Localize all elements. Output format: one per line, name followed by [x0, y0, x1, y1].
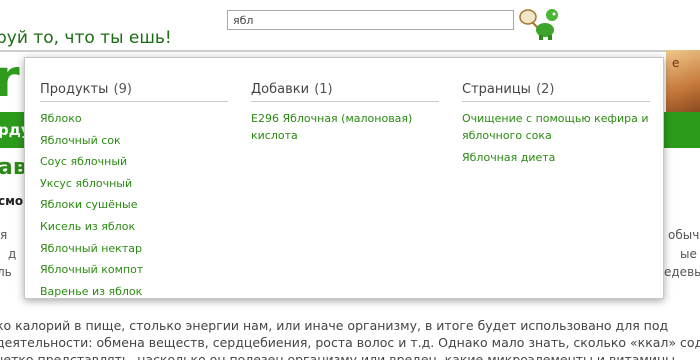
search-suggestions-dropdown: Продукты (9) Яблоко Яблочный сок Соус яб… — [24, 57, 664, 299]
additives-count: (1) — [314, 82, 333, 97]
site-slogan: руй то, что ты ешь! — [0, 28, 172, 48]
products-header: Продукты (9) — [40, 82, 228, 102]
suggestion-link[interactable]: Кисель из яблок — [40, 218, 228, 235]
suggestion-link[interactable]: Соус яблочный — [40, 153, 228, 170]
body-text-line: ко калорий в пище, столько энергии нам, … — [0, 318, 669, 333]
body-fragment: ль — [0, 265, 12, 279]
products-title: Продукты — [40, 82, 109, 97]
suggestions-pages: Страницы (2) Очищение с помощью кефира и… — [462, 82, 650, 170]
suggestion-link[interactable]: Варенье из яблок — [40, 283, 228, 300]
suggestion-link[interactable]: Яблочный нектар — [40, 240, 228, 257]
pages-count: (2) — [536, 82, 555, 97]
body-fragment: едевы — [664, 265, 700, 279]
body-text-line: деятельности: обмена веществ, сердцебиен… — [0, 335, 700, 350]
turtle-mascot-icon[interactable] — [518, 4, 562, 40]
search-input[interactable] — [227, 10, 514, 30]
products-count: (9) — [113, 82, 132, 97]
suggestion-link[interactable]: Яблочный сок — [40, 132, 228, 149]
pages-header: Страницы (2) — [462, 82, 650, 102]
body-fragment: д — [8, 247, 17, 261]
body-fragment: я — [0, 228, 8, 242]
suggestion-link[interactable]: E296 Яблочная (малоновая) кислота — [251, 110, 439, 144]
pages-title: Страницы — [462, 82, 531, 97]
page-heading: ав — [0, 155, 27, 180]
suggestions-products: Продукты (9) Яблоко Яблочный сок Соус яб… — [40, 82, 228, 304]
suggestions-additives: Добавки (1) E296 Яблочная (малоновая) ки… — [251, 82, 439, 149]
suggestion-link[interactable]: Уксус яблочный — [40, 175, 228, 192]
body-fragment: ые — [680, 247, 697, 261]
header-divider — [0, 50, 700, 52]
promo-text: e — [672, 56, 680, 70]
body-text-line: четко представлять, насколько он полезен… — [0, 352, 675, 360]
page-subheading: смо — [0, 194, 24, 208]
additives-title: Добавки — [251, 82, 310, 97]
suggestion-link[interactable]: Яблоки сушёные — [40, 196, 228, 213]
site-logo[interactable]: r — [0, 56, 22, 106]
suggestion-link[interactable]: Очищение с помощью кефира и яблочного со… — [462, 110, 650, 144]
body-fragment: обыч — [668, 228, 700, 242]
suggestion-link[interactable]: Яблочная диета — [462, 149, 650, 166]
suggestion-link[interactable]: Яблочный компот — [40, 261, 228, 278]
additives-header: Добавки (1) — [251, 82, 439, 102]
suggestion-link[interactable]: Яблоко — [40, 110, 228, 127]
